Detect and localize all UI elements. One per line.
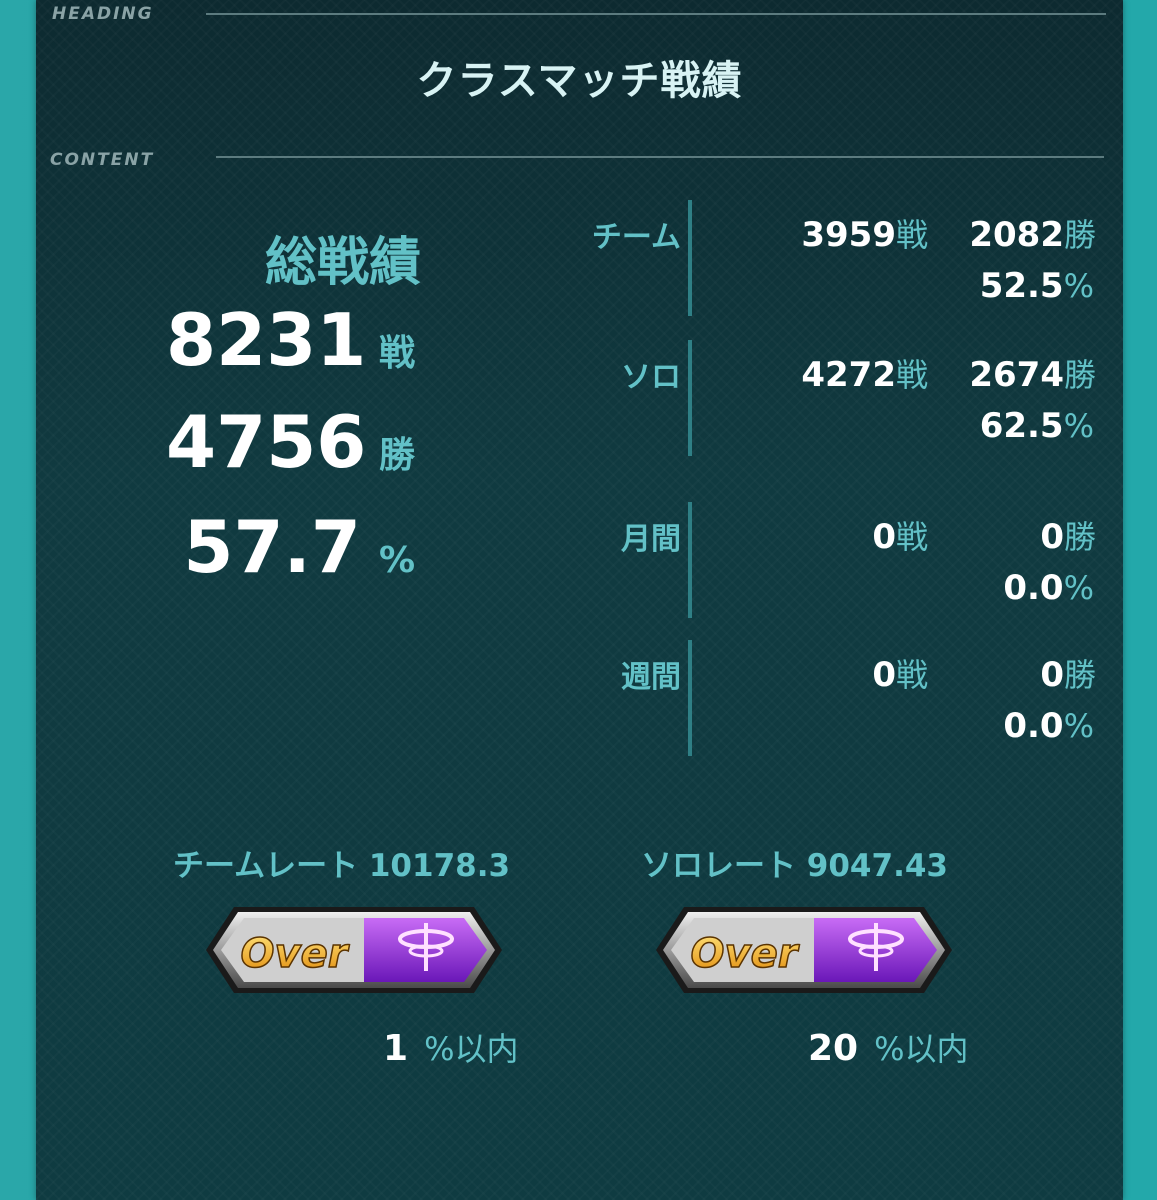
stat-weekly-battles: 0戦 xyxy=(872,655,928,695)
stat-divider xyxy=(688,200,692,316)
class-match-panel: HEADING クラスマッチ戦績 CONTENT 総戦績 8231 戦 4756… xyxy=(36,0,1123,1200)
heading-tag: HEADING xyxy=(52,4,154,24)
stat-monthly-battles: 0戦 xyxy=(872,517,928,557)
solo-rank: 20 %以内 xyxy=(808,1024,969,1070)
total-battles: 8231 戦 xyxy=(166,298,415,382)
solo-rank-unit: %以内 xyxy=(874,1030,969,1068)
total-rate: 57.7 % xyxy=(166,505,415,589)
total-rate-unit: % xyxy=(379,540,416,581)
stat-monthly-wins: 0勝 xyxy=(1040,517,1096,557)
stat-weekly-wins: 0勝 xyxy=(1040,655,1096,695)
stat-solo-wins: 2674勝 xyxy=(969,355,1096,395)
stat-solo-label: ソロ xyxy=(621,360,681,395)
stat-team: チーム 3959戦 2082勝 52.5% xyxy=(536,200,1096,320)
solo-rank-badge: Over xyxy=(656,907,952,993)
total-battles-value: 8231 xyxy=(166,298,367,382)
stat-team-wins: 2082勝 xyxy=(969,215,1096,255)
content-divider xyxy=(216,156,1104,158)
stat-divider xyxy=(688,502,692,618)
team-rank-value: 1 xyxy=(383,1028,409,1069)
total-wins: 4756 勝 xyxy=(166,400,415,484)
team-rank: 1 %以内 xyxy=(383,1024,518,1070)
team-rate-label: チームレート 10178.3 xyxy=(173,848,511,884)
team-rank-unit: %以内 xyxy=(424,1030,519,1068)
total-rate-value: 57.7 xyxy=(183,505,361,589)
stat-monthly-rate: 0.0% xyxy=(1003,568,1094,608)
team-badge-text: Over xyxy=(241,931,350,977)
stat-weekly: 週間 0戦 0勝 0.0% xyxy=(536,640,1096,760)
solo-badge-text: Over xyxy=(691,931,800,977)
heading-divider xyxy=(206,13,1106,15)
stat-divider xyxy=(688,640,692,756)
stat-solo: ソロ 4272戦 2674勝 62.5% xyxy=(536,340,1096,460)
stat-monthly-label: 月間 xyxy=(621,522,681,557)
page-title: クラスマッチ戦績 xyxy=(416,58,743,104)
total-battles-unit: 戦 xyxy=(379,333,416,374)
stat-weekly-label: 週間 xyxy=(621,660,681,695)
stat-solo-rate: 62.5% xyxy=(979,406,1094,446)
team-rank-badge: Over xyxy=(206,907,502,993)
total-wins-unit: 勝 xyxy=(379,435,416,476)
stat-solo-battles: 4272戦 xyxy=(801,355,928,395)
total-wins-value: 4756 xyxy=(166,400,367,484)
stat-team-battles: 3959戦 xyxy=(801,215,928,255)
solo-rank-value: 20 xyxy=(808,1028,859,1069)
total-record-label: 総戦績 xyxy=(264,233,421,293)
stat-team-rate: 52.5% xyxy=(979,266,1094,306)
stat-divider xyxy=(688,340,692,456)
stat-weekly-rate: 0.0% xyxy=(1003,706,1094,746)
solo-rate-label: ソロレート 9047.43 xyxy=(641,848,948,884)
stat-team-label: チーム xyxy=(591,220,681,255)
content-tag: CONTENT xyxy=(50,150,155,170)
stat-monthly: 月間 0戦 0勝 0.0% xyxy=(536,502,1096,622)
